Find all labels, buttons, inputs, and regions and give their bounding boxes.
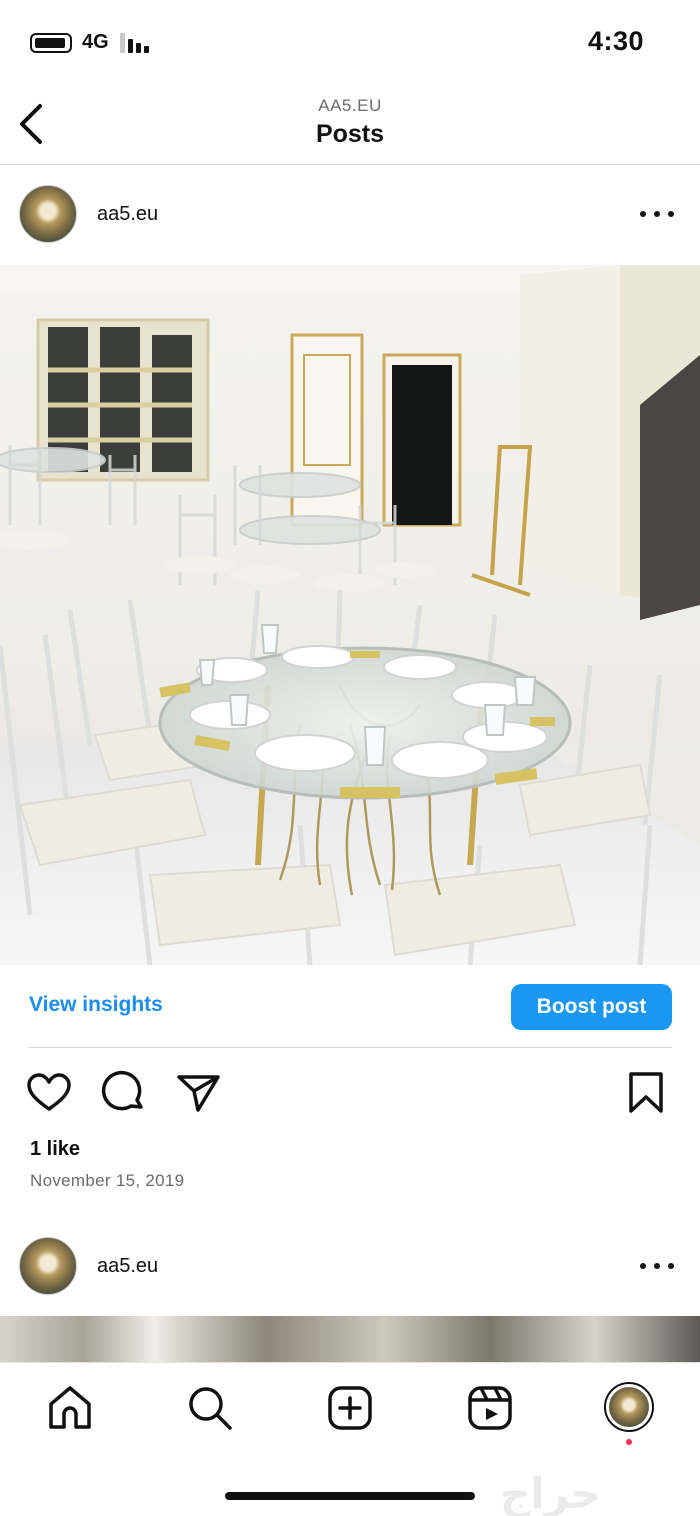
post-header: aa5.eu	[0, 1217, 700, 1315]
clock: 4:30	[587, 26, 644, 56]
plus-square-icon	[328, 1386, 372, 1430]
avatar	[609, 1387, 649, 1427]
view-insights-link[interactable]: View insights	[29, 993, 163, 1017]
tab-reels[interactable]	[465, 1383, 515, 1433]
home-icon	[49, 1386, 91, 1429]
tab-profile[interactable]	[604, 1382, 654, 1432]
notification-dot	[626, 1439, 632, 1445]
like-button[interactable]	[26, 1070, 72, 1116]
tab-search[interactable]	[185, 1383, 235, 1433]
tab-create[interactable]	[325, 1383, 375, 1433]
divider	[28, 1047, 672, 1048]
account-subtitle: AA5.EU	[318, 96, 382, 115]
page-title: Posts	[315, 120, 385, 148]
bottom-tab-bar: حراج	[0, 1362, 700, 1516]
like-count[interactable]: 1 like	[30, 1138, 80, 1161]
avatar[interactable]	[19, 185, 77, 243]
tab-home[interactable]	[45, 1383, 95, 1433]
post-photo	[0, 265, 700, 965]
status-bar: 4G 4:30	[0, 0, 700, 88]
more-options-button[interactable]	[640, 1256, 674, 1276]
post-image[interactable]	[0, 265, 700, 965]
post-date: November 15, 2019	[30, 1171, 185, 1190]
more-options-button[interactable]	[640, 204, 674, 224]
battery-icon	[30, 33, 72, 53]
comment-icon	[101, 1070, 143, 1111]
post-username[interactable]: aa5.eu	[97, 1255, 158, 1278]
save-button[interactable]	[623, 1070, 669, 1116]
bookmark-icon	[629, 1072, 663, 1113]
more-horizontal-icon	[640, 211, 646, 217]
send-icon	[177, 1075, 220, 1112]
search-icon	[189, 1387, 232, 1430]
heart-icon	[27, 1073, 71, 1111]
share-button[interactable]	[176, 1070, 222, 1116]
post-username[interactable]: aa5.eu	[97, 203, 158, 226]
comment-button[interactable]	[101, 1070, 147, 1116]
network-type: 4G	[82, 31, 109, 53]
nav-header: AA5.EU Posts	[0, 88, 700, 165]
signal-icon	[120, 33, 154, 53]
post-image[interactable]	[0, 1316, 700, 1362]
watermark: حراج	[500, 1469, 602, 1516]
more-horizontal-icon	[640, 1263, 646, 1269]
boost-post-button[interactable]: Boost post	[511, 984, 672, 1030]
home-indicator[interactable]	[225, 1492, 475, 1500]
reels-icon	[468, 1386, 512, 1430]
avatar[interactable]	[19, 1237, 77, 1295]
post-header: aa5.eu	[0, 165, 700, 263]
